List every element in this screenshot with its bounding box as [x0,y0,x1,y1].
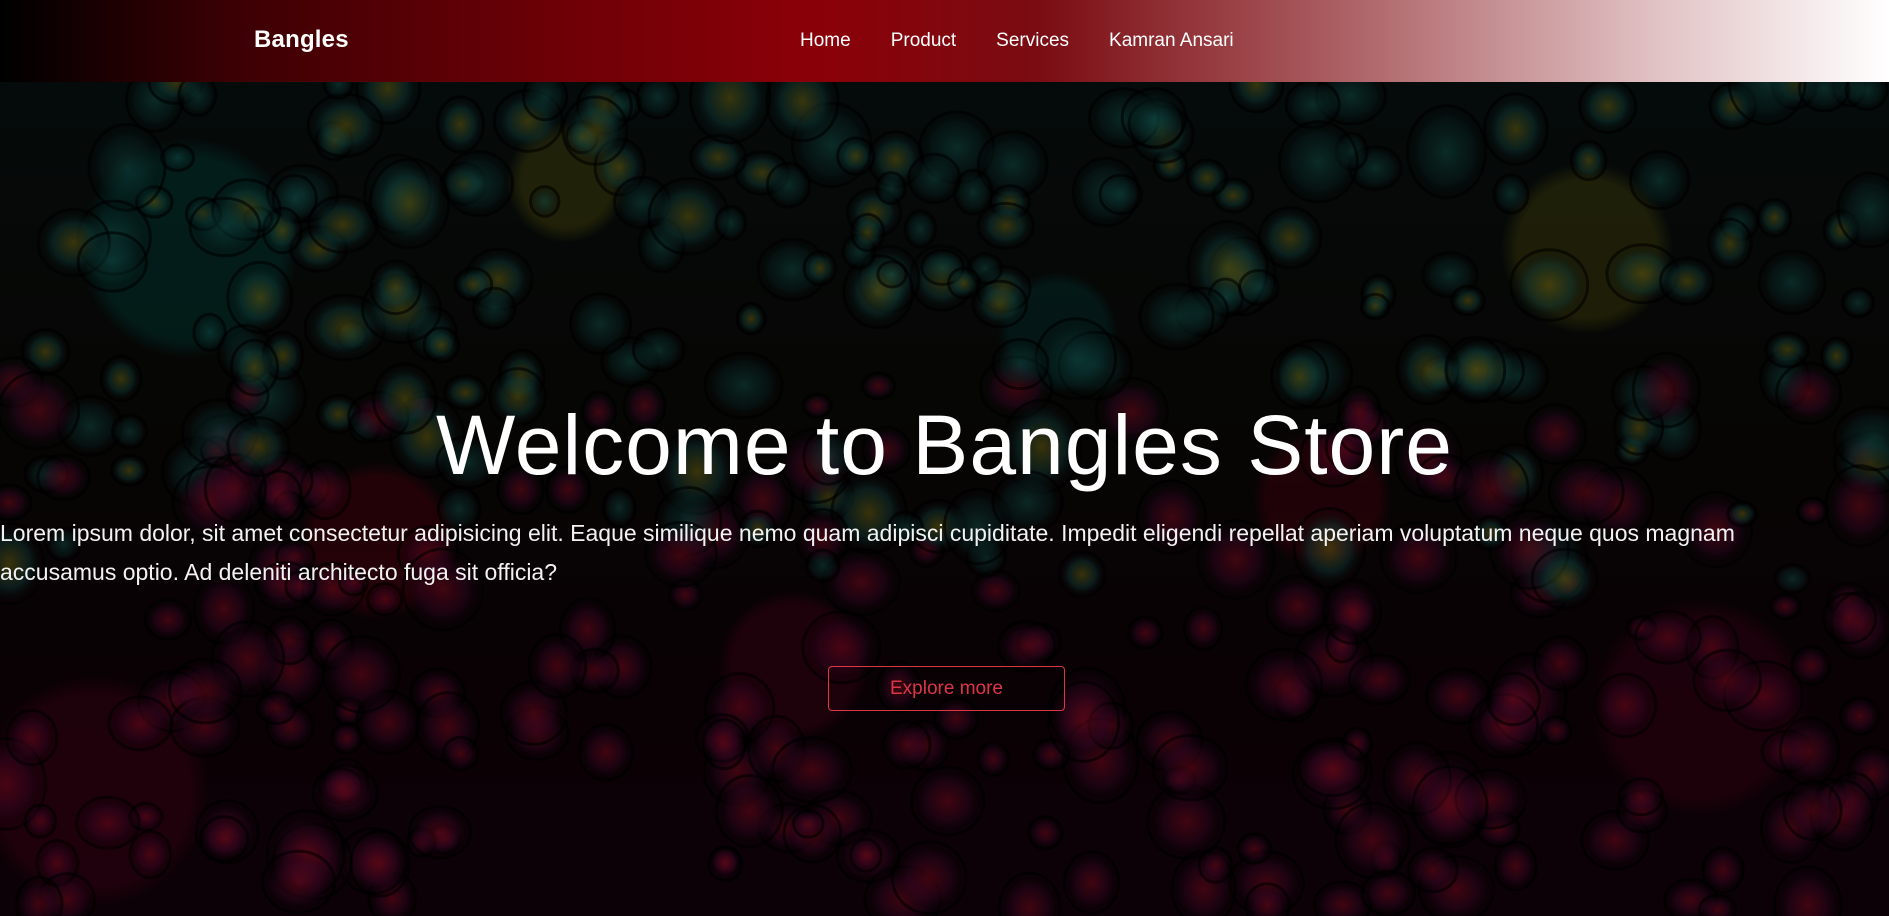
nav-links: Home Product Services Kamran Ansari [800,30,1274,52]
nav-link-services[interactable]: Services [996,30,1069,52]
hero-overlay [0,82,1889,916]
hero-description: Lorem ipsum dolor, sit amet consectetur … [0,520,1735,585]
explore-more-button[interactable]: Explore more [828,666,1065,711]
brand-logo-link[interactable]: Bangles [254,26,349,54]
hero-section [0,82,1889,916]
nav-link-product[interactable]: Product [891,30,956,52]
hero-title: Welcome to Bangles Store [436,398,1453,492]
navbar: Bangles Home Product Services Kamran Ans… [0,0,1889,82]
page: Bangles Home Product Services Kamran Ans… [0,0,1889,916]
nav-item-home: Home [800,30,891,52]
nav-link-home[interactable]: Home [800,30,851,52]
nav-item-services: Services [996,30,1109,52]
nav-link-user[interactable]: Kamran Ansari [1109,30,1234,52]
nav-item-product: Product [891,30,996,52]
nav-item-user: Kamran Ansari [1109,30,1274,52]
